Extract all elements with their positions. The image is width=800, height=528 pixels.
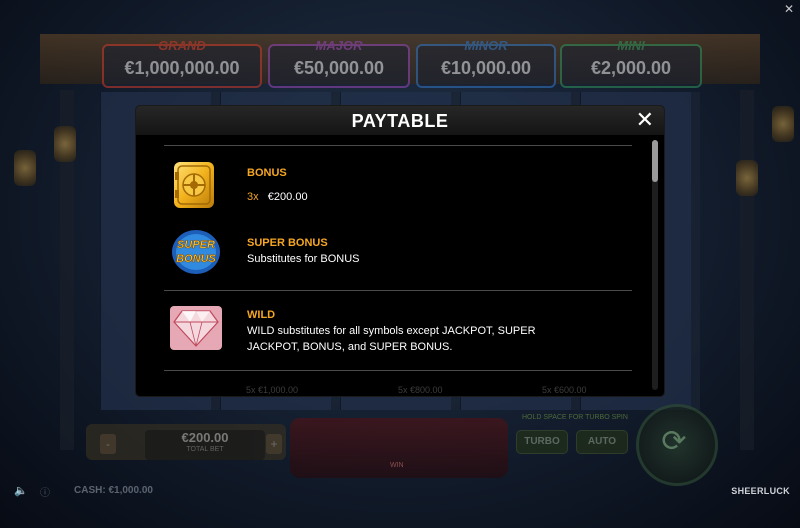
scrollbar-thumb[interactable] xyxy=(652,140,658,182)
jackpot-major: MAJOR €50,000.00 xyxy=(268,38,410,88)
turbo-hint: HOLD SPACE FOR TURBO SPIN xyxy=(522,414,628,421)
jackpot-minor-value: €10,000.00 xyxy=(440,58,532,78)
lantern-icon xyxy=(736,160,758,196)
bonus-payout: €200.00 xyxy=(267,191,308,203)
wild-description: WILD substitutes for all symbols except … xyxy=(247,323,577,355)
super-bonus-icon-text-1: SUPER xyxy=(177,239,215,251)
brand-logo: SHEERLUCK xyxy=(731,486,790,496)
total-bet-value: €200.00 xyxy=(181,430,229,445)
super-bonus-symbol-name: SUPER BONUS xyxy=(247,237,328,249)
right-lamp-post xyxy=(740,90,754,450)
paytable-header: PAYTABLE ✕ xyxy=(136,106,664,135)
jackpot-mini-label: MINI xyxy=(617,38,645,53)
close-icon[interactable]: ✕ xyxy=(636,108,654,132)
auto-button[interactable]: AUTO xyxy=(576,430,628,454)
bet-decrease-button[interactable]: - xyxy=(100,434,116,454)
jackpot-major-label: MAJOR xyxy=(315,38,363,53)
bonus-payout-row: 3x €200.00 xyxy=(247,189,577,205)
next-row-peek: 5x €1,000.00 5x €800.00 5x €600.00 xyxy=(192,385,632,396)
total-bet-display: €200.00 TOTAL BET xyxy=(145,430,265,460)
cash-label: CASH: xyxy=(74,485,106,496)
jackpot-minor-label: MINOR xyxy=(464,38,508,53)
jackpot-grand: GRAND €1,000,000.00 xyxy=(102,38,262,88)
jackpot-mini: MINI €2,000.00 xyxy=(560,38,702,88)
turbo-button[interactable]: TURBO xyxy=(516,430,568,454)
bet-increase-button[interactable]: + xyxy=(266,434,282,454)
jackpot-major-value: €50,000.00 xyxy=(293,58,385,78)
peek-payout: 5x €1,000.00 xyxy=(246,385,299,395)
paytable-title: PAYTABLE xyxy=(351,111,449,131)
divider xyxy=(164,290,632,291)
peek-payout: 5x €800.00 xyxy=(398,385,443,395)
jackpot-grand-label: GRAND xyxy=(158,38,206,53)
spin-arrows-icon: ⟳ xyxy=(661,425,687,458)
divider xyxy=(164,370,632,371)
jackpot-mini-value: €2,000.00 xyxy=(590,58,672,78)
info-icon[interactable]: ⓘ xyxy=(40,484,50,499)
speaker-icon[interactable]: 🔈 xyxy=(14,484,28,497)
bonus-multiplier: 3x xyxy=(247,191,259,203)
cash-display: CASH: €1,000.00 xyxy=(74,485,153,496)
peek-payout: 5x €600.00 xyxy=(542,385,587,395)
paytable-modal: PAYTABLE ✕ BONUS 3x €200.00 SUPER BONUS … xyxy=(136,106,664,396)
bonus-symbol-name: BONUS xyxy=(247,167,287,179)
paytable-scrollbar[interactable] xyxy=(652,140,658,390)
lantern-icon xyxy=(54,126,76,162)
divider xyxy=(164,145,632,146)
wild-description-line2: JACKPOT, BONUS, and SUPER BONUS. xyxy=(247,341,453,353)
lantern-icon xyxy=(14,150,36,186)
super-bonus-icon-text-2: BONUS xyxy=(176,253,216,265)
jackpot-minor: MINOR €10,000.00 xyxy=(416,38,556,88)
diamond-wild-icon xyxy=(170,306,222,350)
wild-description-line1: WILD substitutes for all symbols except … xyxy=(247,325,536,337)
super-bonus-description: Substitutes for BONUS xyxy=(247,253,360,265)
total-bet-label: TOTAL BET xyxy=(186,446,224,453)
game-close-icon[interactable]: ✕ xyxy=(784,2,794,16)
jackpot-grand-value: €1,000,000.00 xyxy=(124,58,240,78)
win-label: WIN xyxy=(390,462,404,469)
super-bonus-icon: SUPER BONUS xyxy=(170,226,222,278)
win-display xyxy=(290,418,508,478)
bonus-vault-icon xyxy=(172,160,216,210)
lantern-icon xyxy=(772,106,794,142)
cash-value: €1,000.00 xyxy=(108,485,153,496)
wild-symbol-name: WILD xyxy=(247,309,276,321)
